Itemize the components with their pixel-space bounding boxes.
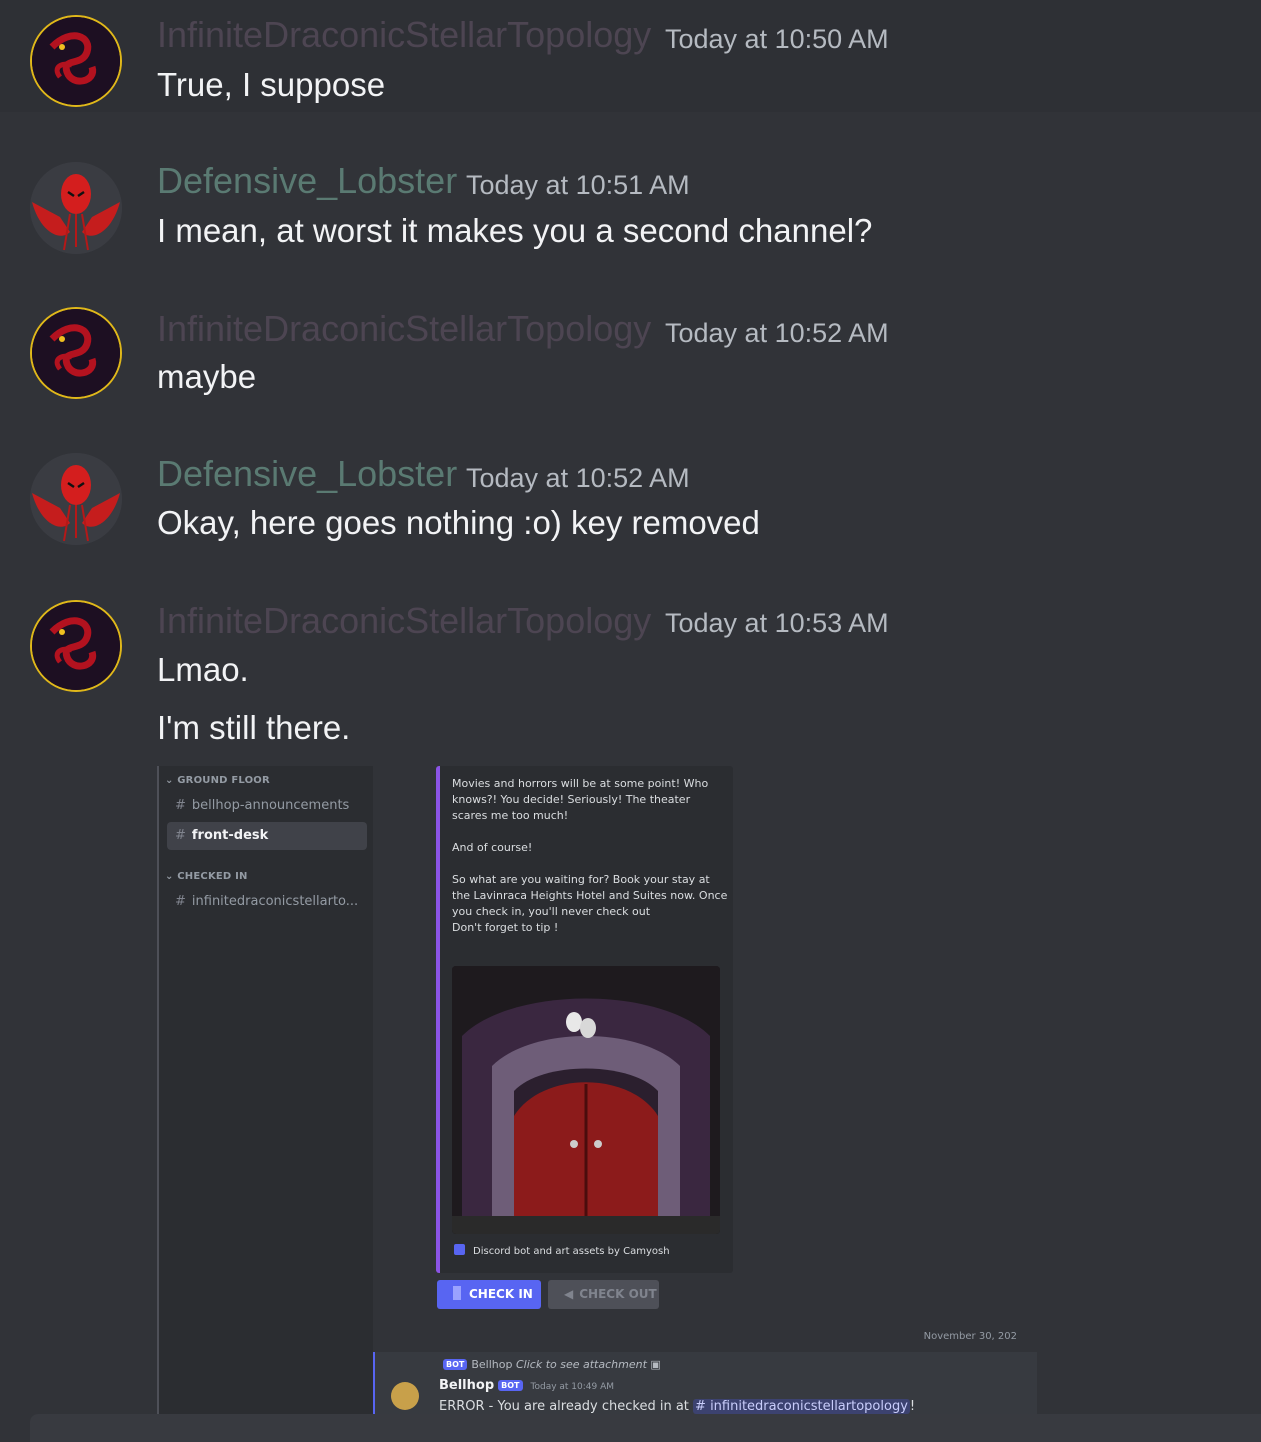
check-in-button[interactable]: CHECK IN xyxy=(437,1280,541,1309)
channel-sidebar: ⌄ GROUND FLOOR # bellhop-announcements # f… xyxy=(157,766,373,1442)
message-author[interactable]: Defensive_Lobster xyxy=(157,160,457,202)
message: InfiniteDraconicStellarTopology Today at… xyxy=(0,296,1261,406)
embed-paragraph: And of course! xyxy=(452,841,533,854)
hash-icon: # xyxy=(175,828,186,843)
message-timestamp: Today at 10:52 AM xyxy=(665,318,889,348)
user-avatar[interactable] xyxy=(30,600,122,692)
message-input-bar[interactable] xyxy=(30,1414,1261,1442)
image-icon: ▣ xyxy=(650,1358,661,1371)
message-timestamp: Today at 10:53 AM xyxy=(665,608,889,638)
embed-footer: Discord bot and art assets by Camyosh xyxy=(454,1244,670,1257)
user-avatar[interactable] xyxy=(30,162,122,254)
message: Defensive_Lobster Today at 10:51 AM I me… xyxy=(0,150,1261,260)
message-content: Okay, here goes nothing :o) key removed xyxy=(157,504,760,541)
image-attachment[interactable]: ⌄ GROUND FLOOR # bellhop-announcements # f… xyxy=(157,766,1037,1442)
bot-badge: BOT xyxy=(498,1380,523,1391)
embed-paragraph: Movies and horrors will be at some point… xyxy=(452,777,709,822)
bot-author[interactable]: Bellhop BOT Today at 10:49 AM xyxy=(439,1378,614,1393)
channel-item[interactable]: # infinitedraconicstellarto... xyxy=(167,888,367,916)
bot-logo-icon xyxy=(454,1244,465,1255)
bot-avatar[interactable] xyxy=(391,1382,419,1410)
date-divider: November 30, 202 xyxy=(923,1331,1017,1342)
bot-timestamp: Today at 10:49 AM xyxy=(530,1382,615,1392)
user-avatar[interactable] xyxy=(30,453,122,545)
message-content: maybe xyxy=(157,358,257,395)
hotel-door-image[interactable] xyxy=(452,966,720,1234)
message: InfiniteDraconicStellarTopology Today at… xyxy=(0,0,1261,112)
message-author[interactable]: InfiniteDraconicStellarTopology xyxy=(157,600,651,642)
message-content: I mean, at worst it makes you a second c… xyxy=(157,212,873,249)
check-out-button[interactable]: ◀ CHECK OUT xyxy=(548,1280,659,1309)
message-author[interactable]: InfiniteDraconicStellarTopology xyxy=(157,14,651,56)
message-content: Lmao. xyxy=(157,651,249,688)
embed-paragraph: Don't forget to tip ! xyxy=(452,921,559,934)
user-avatar[interactable] xyxy=(30,15,122,107)
bot-badge: BOT xyxy=(443,1359,468,1370)
message-content: True, I suppose xyxy=(157,66,386,103)
theater-door-icon xyxy=(452,966,720,1234)
channel-mention[interactable]: # infinitedraconicstellartopology xyxy=(693,1399,910,1414)
hash-icon: # xyxy=(175,798,186,813)
dragon-avatar-icon xyxy=(32,17,120,105)
chat-area: Movies and horrors will be at some point… xyxy=(373,766,1037,1442)
dragon-avatar-icon xyxy=(32,602,120,690)
channel-item[interactable]: # bellhop-announcements xyxy=(167,792,367,820)
door-icon xyxy=(453,1286,461,1300)
message-timestamp: Today at 10:51 AM xyxy=(466,170,690,200)
message: InfiniteDraconicStellarTopology Today at… xyxy=(0,588,1261,748)
lobster-avatar-icon xyxy=(30,162,122,254)
message-author[interactable]: InfiniteDraconicStellarTopology xyxy=(157,308,651,350)
message-author[interactable]: Defensive_Lobster xyxy=(157,453,457,495)
reply-preview[interactable]: BOT Bellhop Click to see attachment ▣ xyxy=(439,1358,661,1371)
message-content: I'm still there. xyxy=(157,709,351,746)
embed-paragraph: So what are you waiting for? Book your s… xyxy=(452,873,728,918)
message-timestamp: Today at 10:50 AM xyxy=(665,24,889,54)
category-checked-in[interactable]: ⌄ CHECKED IN xyxy=(165,871,248,882)
bot-message-content: ERROR - You are already checked in at # … xyxy=(439,1399,916,1414)
hash-icon: # xyxy=(175,894,186,909)
lobster-avatar-icon xyxy=(30,453,122,545)
channel-item-active[interactable]: # front-desk xyxy=(167,822,367,850)
category-ground-floor[interactable]: ⌄ GROUND FLOOR xyxy=(165,775,270,786)
arrow-left-icon: ◀ xyxy=(564,1287,574,1301)
bot-embed: Movies and horrors will be at some point… xyxy=(436,766,733,1273)
user-avatar[interactable] xyxy=(30,307,122,399)
message-timestamp: Today at 10:52 AM xyxy=(466,463,690,493)
message: Defensive_Lobster Today at 10:52 AM Okay… xyxy=(0,443,1261,553)
dragon-avatar-icon xyxy=(32,309,120,397)
embed-description: Movies and horrors will be at some point… xyxy=(452,776,728,952)
